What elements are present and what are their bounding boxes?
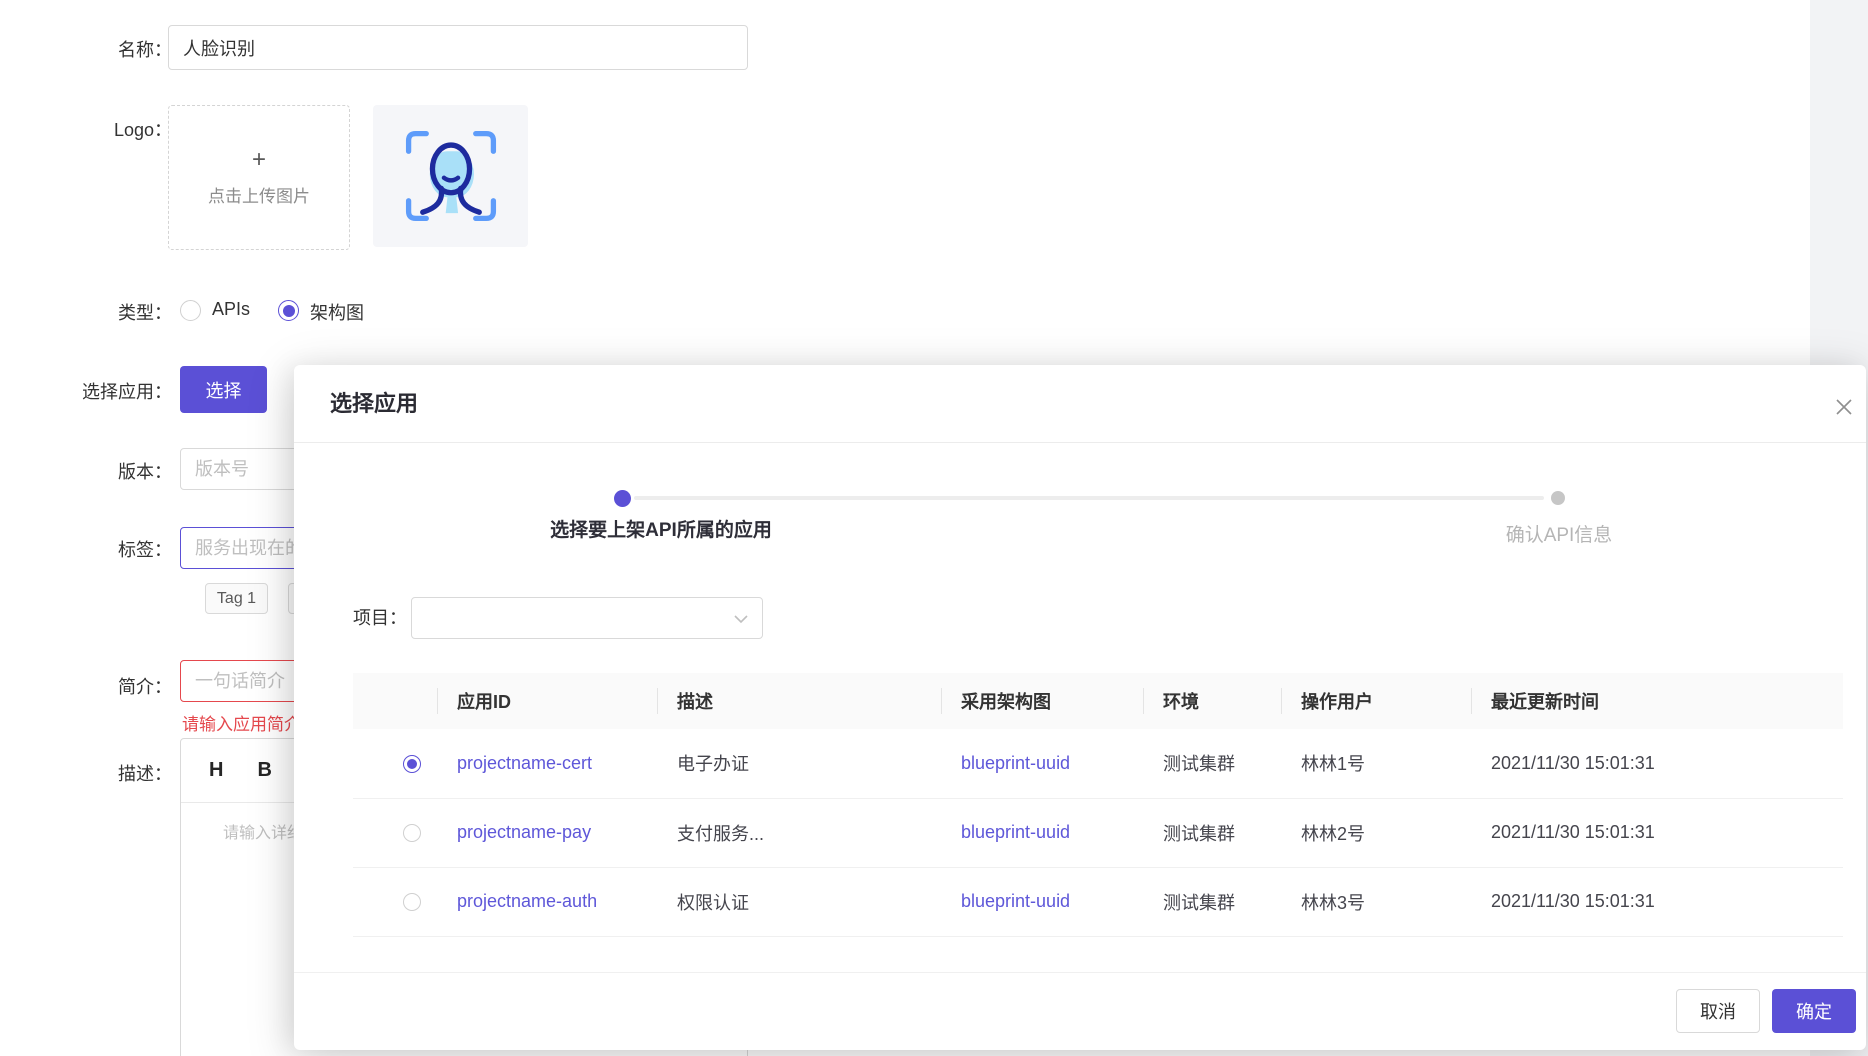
app-env: 测试集群 bbox=[1143, 729, 1281, 798]
intro-error-text: 请输入应用简介 bbox=[182, 710, 301, 735]
col-desc: 描述 bbox=[657, 673, 941, 729]
table-row[interactable]: projectname-pay 支付服务... blueprint-uuid 测… bbox=[353, 798, 1843, 867]
project-select[interactable] bbox=[411, 597, 763, 639]
col-updated: 最近更新时间 bbox=[1471, 673, 1843, 729]
col-env: 环境 bbox=[1143, 673, 1281, 729]
col-operator: 操作用户 bbox=[1281, 673, 1471, 729]
applications-table: 应用ID 描述 采用架构图 环境 操作用户 最近更新时间 projectname… bbox=[353, 673, 1843, 937]
step2-label: 确认API信息 bbox=[1409, 520, 1709, 547]
modal-title: 选择应用 bbox=[330, 365, 418, 443]
step2-dot bbox=[1551, 491, 1565, 505]
logo-upload-button[interactable]: + 点击上传图片 bbox=[168, 105, 350, 250]
blueprint-link[interactable]: blueprint-uuid bbox=[961, 753, 1070, 773]
row-radio[interactable] bbox=[403, 893, 421, 911]
step1-label: 选择要上架API所属的应用 bbox=[511, 515, 811, 542]
type-label: 类型： bbox=[0, 299, 172, 325]
step1-dot bbox=[614, 490, 631, 507]
row-radio[interactable] bbox=[403, 824, 421, 842]
tags-label: 标签： bbox=[0, 536, 172, 562]
close-icon bbox=[1834, 397, 1854, 417]
app-env: 测试集群 bbox=[1143, 798, 1281, 867]
bold-button[interactable]: B bbox=[257, 759, 271, 782]
app-operator: 林林3号 bbox=[1281, 867, 1471, 936]
radio-apis-label[interactable]: APIs bbox=[212, 299, 250, 320]
table-header-row: 应用ID 描述 采用架构图 环境 操作用户 最近更新时间 bbox=[353, 673, 1843, 729]
app-updated: 2021/11/30 15:01:31 bbox=[1471, 867, 1843, 936]
app-operator: 林林2号 bbox=[1281, 798, 1471, 867]
table-row[interactable]: projectname-auth 权限认证 blueprint-uuid 测试集… bbox=[353, 867, 1843, 936]
select-app-button[interactable]: 选择 bbox=[180, 366, 267, 413]
tag-chip[interactable]: Tag 1 bbox=[205, 583, 268, 614]
blueprint-link[interactable]: blueprint-uuid bbox=[961, 891, 1070, 911]
select-app-modal: 选择应用 选择要上架API所属的应用 确认API信息 项目： 应用ID 描述 采… bbox=[294, 365, 1866, 1050]
project-label: 项目： bbox=[353, 597, 407, 639]
modal-header: 选择应用 bbox=[294, 365, 1866, 443]
heading-button[interactable]: H bbox=[209, 759, 223, 782]
app-desc: 权限认证 bbox=[657, 867, 941, 936]
close-button[interactable] bbox=[1826, 389, 1862, 425]
name-label: 名称： bbox=[0, 36, 172, 62]
app-id-link[interactable]: projectname-cert bbox=[457, 753, 592, 773]
cancel-button[interactable]: 取消 bbox=[1676, 989, 1760, 1033]
logo-preview bbox=[373, 105, 528, 247]
confirm-button[interactable]: 确定 bbox=[1772, 989, 1856, 1033]
app-updated: 2021/11/30 15:01:31 bbox=[1471, 798, 1843, 867]
radio-blueprint[interactable] bbox=[278, 300, 299, 321]
radio-blueprint-label[interactable]: 架构图 bbox=[310, 299, 364, 325]
app-id-link[interactable]: projectname-auth bbox=[457, 891, 597, 911]
face-scan-icon bbox=[398, 120, 504, 232]
version-label: 版本： bbox=[0, 458, 172, 484]
app-updated: 2021/11/30 15:01:31 bbox=[1471, 729, 1843, 798]
app-id-link[interactable]: projectname-pay bbox=[457, 822, 591, 842]
row-radio[interactable] bbox=[403, 755, 421, 773]
col-radio bbox=[353, 673, 437, 729]
logo-label: Logo： bbox=[0, 116, 172, 142]
app-operator: 林林1号 bbox=[1281, 729, 1471, 798]
plus-icon: + bbox=[252, 148, 266, 172]
upload-hint: 点击上传图片 bbox=[208, 182, 310, 207]
intro-label: 简介： bbox=[0, 673, 172, 699]
name-input[interactable] bbox=[168, 25, 748, 70]
select-app-label: 选择应用： bbox=[0, 378, 172, 404]
radio-apis[interactable] bbox=[180, 300, 201, 321]
col-app-id: 应用ID bbox=[437, 673, 657, 729]
modal-footer: 取消 确定 bbox=[294, 972, 1866, 1050]
app-desc: 支付服务... bbox=[657, 798, 941, 867]
chevron-down-icon bbox=[733, 611, 749, 627]
app-env: 测试集群 bbox=[1143, 867, 1281, 936]
app-desc: 电子办证 bbox=[657, 729, 941, 798]
col-blueprint: 采用架构图 bbox=[941, 673, 1143, 729]
table-row[interactable]: projectname-cert 电子办证 blueprint-uuid 测试集… bbox=[353, 729, 1843, 798]
steps-connector bbox=[634, 496, 1544, 500]
description-label: 描述： bbox=[0, 760, 172, 786]
blueprint-link[interactable]: blueprint-uuid bbox=[961, 822, 1070, 842]
